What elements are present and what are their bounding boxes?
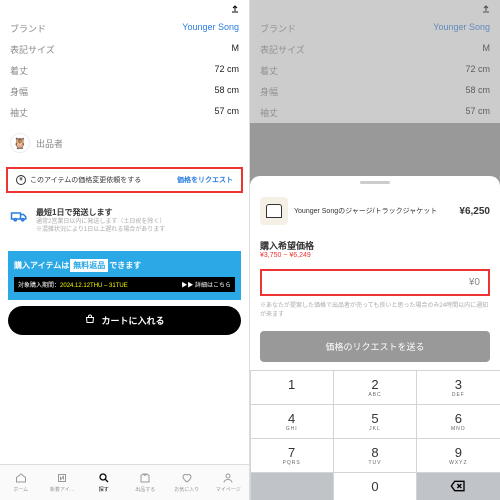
status-bar <box>0 0 249 18</box>
ship-sub1: 通常2営業日以内に発送します（土日祝を除く） <box>36 218 165 226</box>
key-0[interactable]: 0 <box>334 473 416 500</box>
wish-price-range: ¥3,750 ~ ¥6,249 <box>260 252 314 259</box>
return-banner[interactable]: 購入アイテムは無料返品できます 対象購入期間：2024.12.12THU – 3… <box>8 251 241 300</box>
price-request-sheet: Younger Songのジャージ/トラックジャケット ¥6,250 購入希望価… <box>250 176 500 500</box>
key-3[interactable]: 3DEF <box>417 371 499 404</box>
product-summary: Younger Songのジャージ/トラックジャケット ¥6,250 <box>250 189 500 233</box>
backspace-icon <box>450 480 466 492</box>
numeric-keypad: 1 2ABC 3DEF 4GHI 5JKL 6MNO 7PQRS 8TUV 9W… <box>250 370 500 500</box>
sheet-handle[interactable] <box>360 181 390 184</box>
product-thumbnail <box>260 197 288 225</box>
ship-title: 最短1日で発送します <box>36 207 165 218</box>
key-backspace[interactable] <box>417 473 499 500</box>
price-request-link[interactable]: 価格をリクエスト <box>177 175 233 185</box>
size-label: 表記サイズ <box>10 43 55 56</box>
width-value: 58 cm <box>214 85 239 98</box>
length-label: 着丈 <box>10 64 28 77</box>
truck-icon <box>10 207 28 225</box>
key-5[interactable]: 5JKL <box>334 405 416 438</box>
product-price: ¥6,250 <box>459 206 490 217</box>
tab-search[interactable]: 探す <box>83 465 125 500</box>
wish-price-input[interactable]: ¥0 <box>260 269 490 296</box>
tab-sell[interactable]: 出品する <box>125 465 167 500</box>
price-request-text: このアイテムの価格変更依頼をする <box>30 175 141 185</box>
size-value: M <box>232 43 240 56</box>
key-blank <box>251 473 333 500</box>
sleeve-label: 袖丈 <box>10 106 28 119</box>
wish-price-note: ※あなたが提案した価格で出品者が売っても良いと思った場合のみ24時間以内に通知が… <box>250 298 500 323</box>
key-7[interactable]: 7PQRS <box>251 439 333 472</box>
wish-price-label: 購入希望価格 <box>260 239 314 252</box>
seller-row[interactable]: 🦉 出品者 <box>0 123 249 163</box>
product-name: Younger Songのジャージ/トラックジャケット <box>294 206 453 216</box>
tab-bar: ホーム 新着アイ… 探す 出品する お気に入り マイページ <box>0 464 249 500</box>
tab-new[interactable]: 新着アイ… <box>42 465 84 500</box>
add-to-cart-button[interactable]: カートに入れる <box>8 306 241 335</box>
tab-home[interactable]: ホーム <box>0 465 42 500</box>
share-icon[interactable] <box>229 3 241 15</box>
length-value: 72 cm <box>214 64 239 77</box>
seller-label: 出品者 <box>36 137 63 150</box>
seller-avatar: 🦉 <box>10 133 30 153</box>
brand-label: ブランド <box>10 22 46 35</box>
send-request-button[interactable]: 価格のリクエストを送る <box>260 331 490 362</box>
key-1[interactable]: 1 <box>251 371 333 404</box>
share-icon <box>480 3 492 15</box>
width-label: 身幅 <box>10 85 28 98</box>
cart-icon <box>84 314 96 326</box>
yen-icon: ¥ <box>16 175 26 185</box>
key-9[interactable]: 9WXYZ <box>417 439 499 472</box>
shipping-info: 最短1日で発送します通常2営業日以内に発送します（土日祝を除く）※混雑状況により… <box>0 197 249 245</box>
tab-fav[interactable]: お気に入り <box>166 465 208 500</box>
price-request-row[interactable]: ¥ このアイテムの価格変更依頼をする 価格をリクエスト <box>6 167 243 193</box>
key-6[interactable]: 6MNO <box>417 405 499 438</box>
ship-sub2: ※混雑状況により1日以上遅れる場合があります <box>36 226 165 234</box>
tab-mypage[interactable]: マイページ <box>208 465 250 500</box>
sleeve-value: 57 cm <box>214 106 239 119</box>
key-2[interactable]: 2ABC <box>334 371 416 404</box>
key-8[interactable]: 8TUV <box>334 439 416 472</box>
brand-value[interactable]: Younger Song <box>182 22 239 35</box>
key-4[interactable]: 4GHI <box>251 405 333 438</box>
